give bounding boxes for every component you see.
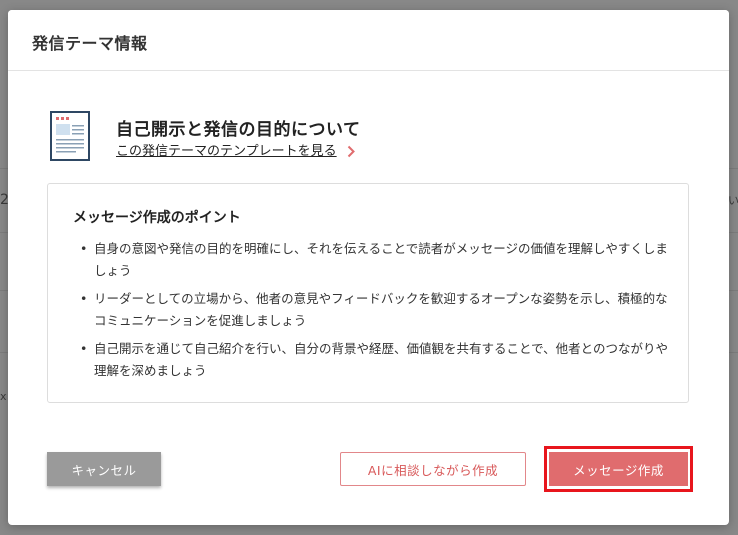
cancel-button[interactable]: キャンセル [47,452,161,486]
points-title: メッセージ作成のポイント [73,210,241,226]
theme-heading: 自己開示と発信の目的について [116,120,361,140]
list-item: 自身の意図や発信の目的を明確にし、それを伝えることで読者がメッセージの価値を理解… [72,238,672,282]
background-text: x [0,390,7,403]
theme-info-modal: 発信テーマ情報 自己開示と発信の目的について この発信テーマのテンプレートを見る… [8,10,729,525]
list-item: リーダーとしての立場から、他者の意見やフィードバックを歓迎するオープンな姿勢を示… [72,288,672,332]
background-text: い [728,194,738,207]
view-template-link[interactable]: この発信テーマのテンプレートを見る [116,140,355,159]
message-points-box: メッセージ作成のポイント 自身の意図や発信の目的を明確にし、それを伝えることで読… [47,183,689,403]
view-template-link-label: この発信テーマのテンプレートを見る [116,144,337,159]
ai-consult-create-button[interactable]: AIに相談しながら作成 [340,452,526,486]
list-item: 自己開示を通じて自己紹介を行い、自分の背景や経歴、価値観を共有することで、他者と… [72,338,672,382]
modal-title: 発信テーマ情報 [32,34,148,53]
chevron-right-icon [347,145,355,158]
document-icon [50,111,90,161]
modal-header: 発信テーマ情報 [8,10,729,71]
points-list: 自身の意図や発信の目的を明確にし、それを伝えることで読者がメッセージの価値を理解… [72,238,672,388]
create-message-button[interactable]: メッセージ作成 [549,452,688,486]
